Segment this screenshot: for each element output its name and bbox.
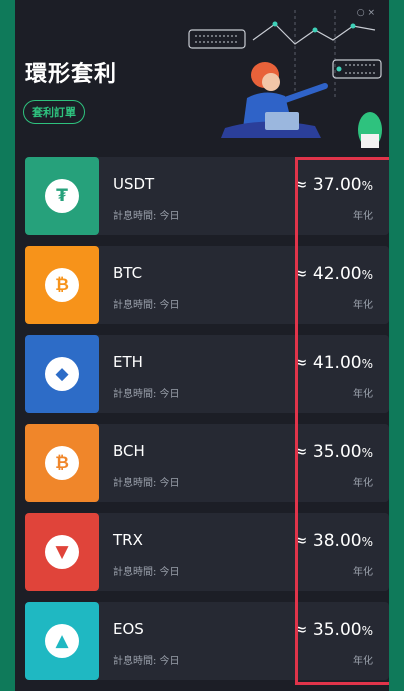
interest-time-label: 計息時間: 今日 [113,567,180,578]
annualized-label: 年化 [353,478,373,489]
rate-value: ≈ 35.00 [293,442,362,462]
coin-row-btc[interactable]: ₿ BTC 計息時間: 今日 ≈ 42.00% 年化 [25,246,389,324]
trx-tile: ▼ [25,513,99,591]
coin-name: EOS [113,620,144,638]
rate-value: ≈ 35.00 [293,620,362,640]
rate-value: ≈ 41.00 [293,353,362,373]
interest-time-label: 計息時間: 今日 [113,211,180,222]
annual-rate: ≈ 35.00% [293,620,373,640]
eos-tile: ▲ [25,602,99,680]
eth-tile: ◆ [25,335,99,413]
keyboard-icon [188,29,246,49]
rate-value: ≈ 42.00 [293,264,362,284]
coin-name: ETH [113,353,143,371]
coin-name: BCH [113,442,145,460]
tron-icon: ▼ [45,535,79,569]
rate-value: ≈ 37.00 [293,175,362,195]
bch-tile: ₿ [25,424,99,502]
eos-icon: ▲ [45,624,79,658]
coin-name: BTC [113,264,143,282]
coin-row-usdt[interactable]: ₮ USDT 計息時間: 今日 ≈ 37.00% 年化 [25,157,389,235]
coin-row-bch[interactable]: ₿ BCH 計息時間: 今日 ≈ 35.00% 年化 [25,424,389,502]
coin-name: USDT [113,175,155,193]
rate-value: ≈ 38.00 [293,531,362,551]
annualized-label: 年化 [353,567,373,578]
annual-rate: ≈ 42.00% [293,264,373,284]
panel-icon [332,59,382,79]
arbitrage-orders-button[interactable]: 套利訂單 [23,100,85,124]
rate-unit: % [361,535,373,549]
annualized-label: 年化 [353,656,373,667]
bitcoin-cash-icon: ₿ [45,446,79,480]
usdt-tile: ₮ [25,157,99,235]
hero-illustration [188,10,382,148]
person-with-laptop-icon [221,62,382,148]
coin-name: TRX [113,531,143,549]
coin-row-eth[interactable]: ◆ ETH 計息時間: 今日 ≈ 41.00% 年化 [25,335,389,413]
page-title: 環形套利 [25,62,118,87]
annual-rate: ≈ 41.00% [293,353,373,373]
interest-time-label: 計息時間: 今日 [113,300,180,311]
annual-rate: ≈ 35.00% [293,442,373,462]
annualized-label: 年化 [353,211,373,222]
rate-unit: % [361,357,373,371]
rate-unit: % [361,268,373,282]
coin-row-trx[interactable]: ▼ TRX 計息時間: 今日 ≈ 38.00% 年化 [25,513,389,591]
interest-time-label: 計息時間: 今日 [113,656,180,667]
annualized-label: 年化 [353,300,373,311]
rate-unit: % [361,624,373,638]
ethereum-icon: ◆ [45,357,79,391]
rate-unit: % [361,179,373,193]
rate-unit: % [361,446,373,460]
annual-rate: ≈ 37.00% [293,175,373,195]
app-screen: ○ × 環形套利 套利訂單 ₮ USDT 計息時間: 今日 ≈ 37.00% 年… [15,0,389,691]
annual-rate: ≈ 38.00% [293,531,373,551]
annualized-label: 年化 [353,389,373,400]
interest-time-label: 計息時間: 今日 [113,478,180,489]
interest-time-label: 計息時間: 今日 [113,389,180,400]
btc-tile: ₿ [25,246,99,324]
coin-row-eos[interactable]: ▲ EOS 計息時間: 今日 ≈ 35.00% 年化 [25,602,389,680]
bitcoin-icon: ₿ [45,268,79,302]
tether-icon: ₮ [45,179,79,213]
